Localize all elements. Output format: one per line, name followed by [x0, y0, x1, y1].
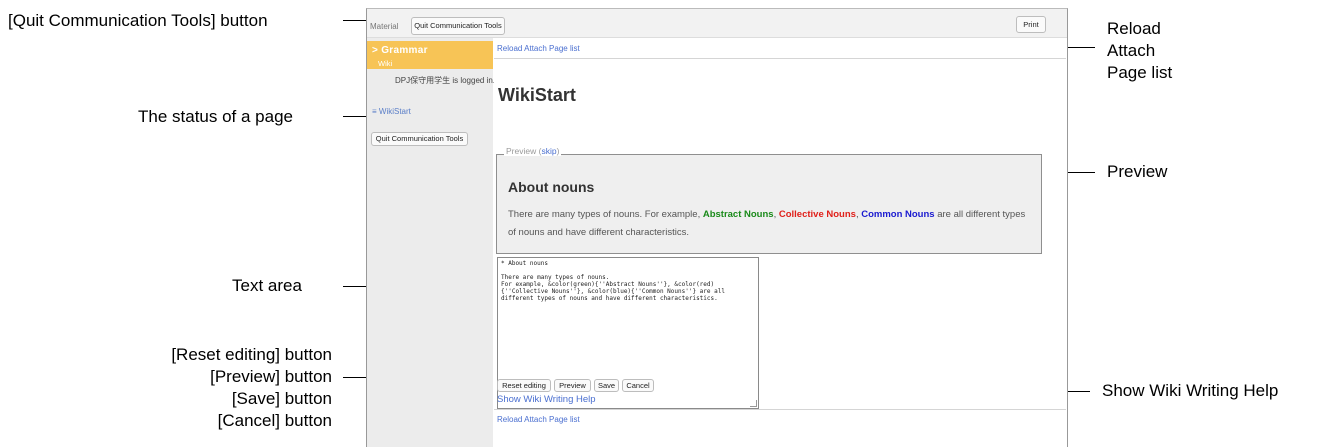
callout-preview: Preview — [1107, 162, 1168, 181]
app-window: Material Quit Communication Tools Print … — [366, 8, 1068, 447]
callout-help: Show Wiki Writing Help — [1102, 381, 1279, 400]
preview-button[interactable]: Preview — [554, 379, 591, 392]
page-title: WikiStart — [498, 85, 576, 105]
preview-legend-end: ) — [556, 146, 560, 156]
callout-reload: Reload Attach Page list — [1107, 19, 1173, 82]
reload-attach-page-list-link[interactable]: Reload Attach Page list — [497, 44, 580, 53]
bottom-divider — [494, 409, 1066, 410]
textarea-value: * About nouns There are many types of no… — [501, 260, 725, 302]
reset-editing-button[interactable]: Reset editing — [497, 379, 551, 392]
callout-text-area: Text area — [232, 276, 302, 295]
callout-status: The status of a page — [138, 107, 293, 126]
callout-buttons: [Reset editing] button [Preview] button … — [130, 344, 332, 432]
save-button[interactable]: Save — [594, 379, 619, 392]
tab-material[interactable]: Material — [370, 22, 398, 31]
logged-in-status: DPJ保守用学生 is logged in. — [395, 76, 496, 85]
preview-text-part: There are many types of nouns. For examp… — [508, 209, 703, 220]
callout-quit-button: [Quit Communication Tools] button — [8, 11, 268, 30]
callout-cancel: [Cancel] button — [217, 411, 332, 430]
quit-communication-tools-tab-button[interactable]: Quit Communication Tools — [411, 17, 505, 35]
print-button[interactable]: Print — [1016, 16, 1046, 33]
callout-save: [Save] button — [231, 389, 332, 408]
preview-text: There are many types of nouns. For examp… — [508, 206, 1028, 242]
callout-preview-button: [Preview] button — [210, 367, 332, 386]
show-wiki-writing-help-link[interactable]: Show Wiki Writing Help — [497, 394, 596, 405]
collective-nouns: Collective Nouns — [778, 209, 856, 220]
sidebar-item-grammar[interactable]: > Grammar Wiki — [367, 41, 493, 69]
quit-communication-tools-button[interactable]: Quit Communication Tools — [371, 132, 468, 146]
skip-link[interactable]: skip — [541, 146, 556, 156]
grammar-label: > Grammar — [372, 45, 428, 56]
sidebar: > Grammar Wiki DPJ保守用学生 is logged in. ≡ … — [367, 38, 496, 447]
cancel-button[interactable]: Cancel — [622, 379, 654, 392]
top-bar: Material Quit Communication Tools Print — [367, 9, 1067, 38]
common-nouns: Common Nouns — [861, 209, 935, 220]
preview-legend: Preview (skip) — [504, 146, 562, 156]
preview-heading: About nouns — [508, 179, 595, 195]
main-content: Reload Attach Page list WikiStart Previe… — [494, 38, 1066, 447]
preview-legend-text: Preview ( — [506, 146, 542, 156]
resize-handle[interactable] — [750, 400, 757, 407]
top-divider — [494, 58, 1066, 59]
abstract-nouns: Abstract Nouns — [702, 209, 774, 220]
page-status-link[interactable]: ≡ WikiStart — [372, 107, 411, 116]
reload-attach-page-list-bottom-link[interactable]: Reload Attach Page list — [497, 415, 580, 424]
callout-reset: [Reset editing] button — [171, 345, 332, 364]
wiki-label: Wiki — [378, 59, 393, 68]
